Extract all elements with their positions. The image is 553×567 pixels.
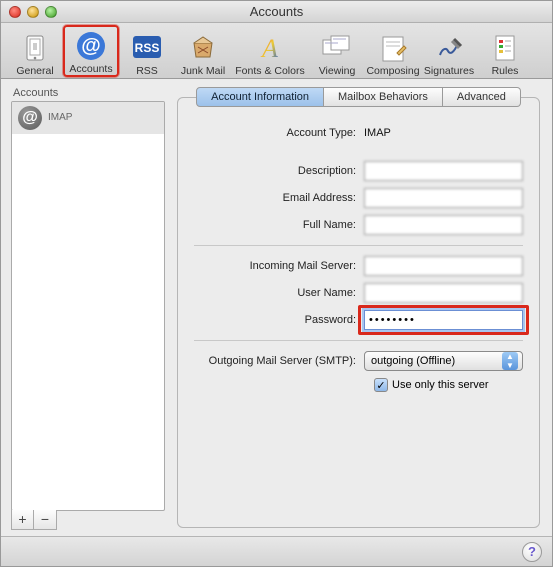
toolbar: General @ Accounts RSS RSS Junk Mail A F… <box>1 23 552 79</box>
row-use-only: ✓ Use only this server <box>374 378 523 392</box>
account-type-label: Account Type: <box>194 127 364 139</box>
toolbar-label: Accounts <box>69 63 112 75</box>
toolbar-general[interactable]: General <box>7 25 63 77</box>
row-description: Description: <box>194 161 523 181</box>
account-type: IMAP <box>48 112 72 124</box>
remove-account-button[interactable]: − <box>34 510 56 529</box>
account-info-pane: Account Type: IMAP Description: Email Ad… <box>177 97 540 528</box>
svg-text:@: @ <box>81 35 101 57</box>
minimize-icon[interactable] <box>27 6 39 18</box>
chevron-updown-icon: ▲▼ <box>502 352 518 370</box>
tab-mailbox-behaviors[interactable]: Mailbox Behaviors <box>324 87 443 107</box>
signatures-icon <box>434 31 464 65</box>
toolbar-label: Rules <box>492 65 519 77</box>
window-title: Accounts <box>1 4 552 19</box>
incoming-label: Incoming Mail Server: <box>194 260 364 272</box>
account-type-value: IMAP <box>364 127 523 139</box>
body: Accounts @ IMAP + − Account Information … <box>1 79 552 536</box>
account-row[interactable]: @ IMAP <box>12 102 164 134</box>
help-button[interactable]: ? <box>522 542 542 562</box>
toolbar-rss[interactable]: RSS RSS <box>119 25 175 77</box>
add-account-button[interactable]: + <box>12 510 34 529</box>
fullname-label: Full Name: <box>194 219 364 231</box>
zoom-icon[interactable] <box>45 6 57 18</box>
junk-icon <box>188 31 218 65</box>
toolbar-signatures[interactable]: Signatures <box>421 25 477 77</box>
row-incoming: Incoming Mail Server: <box>194 256 523 276</box>
svg-text:A: A <box>260 34 278 63</box>
toolbar-label: General <box>16 65 53 77</box>
use-only-checkbox[interactable]: ✓ <box>374 378 388 392</box>
row-password: Password: <box>194 310 523 330</box>
accounts-icon: @ <box>75 29 107 63</box>
sidebar-panel: Accounts @ IMAP + − <box>1 79 171 536</box>
smtp-value: outgoing (Offline) <box>371 355 455 367</box>
password-highlight <box>364 310 523 330</box>
toolbar-accounts[interactable]: @ Accounts <box>63 25 119 77</box>
separator <box>194 245 523 246</box>
password-label: Password: <box>194 314 364 326</box>
toolbar-label: Composing <box>366 65 419 77</box>
footer: ? <box>1 536 552 566</box>
username-input[interactable] <box>364 283 523 303</box>
tabbar: Account Information Mailbox Behaviors Ad… <box>177 87 540 107</box>
close-icon[interactable] <box>9 6 21 18</box>
smtp-select[interactable]: outgoing (Offline) ▲▼ <box>364 351 523 371</box>
row-username: User Name: <box>194 283 523 303</box>
toolbar-viewing[interactable]: Viewing <box>309 25 365 77</box>
description-label: Description: <box>194 165 364 177</box>
rss-icon: RSS <box>132 31 162 65</box>
toolbar-label: Viewing <box>319 65 356 77</box>
toolbar-fonts[interactable]: A Fonts & Colors <box>231 25 309 77</box>
general-icon <box>21 31 49 65</box>
toolbar-label: Junk Mail <box>181 65 225 77</box>
toolbar-rules[interactable]: Rules <box>477 25 533 77</box>
fonts-icon: A <box>255 31 285 65</box>
incoming-input[interactable] <box>364 256 523 276</box>
toolbar-junk[interactable]: Junk Mail <box>175 25 231 77</box>
row-email: Email Address: <box>194 188 523 208</box>
account-text: IMAP <box>48 112 72 124</box>
toolbar-label: RSS <box>136 65 158 77</box>
accounts-list[interactable]: @ IMAP <box>11 101 165 511</box>
viewing-icon <box>321 31 353 65</box>
main-panel: Account Information Mailbox Behaviors Ad… <box>171 79 552 536</box>
row-fullname: Full Name: <box>194 215 523 235</box>
row-account-type: Account Type: IMAP <box>194 127 523 139</box>
use-only-label: Use only this server <box>392 379 489 391</box>
tab-account-information[interactable]: Account Information <box>196 87 324 107</box>
window-controls <box>1 6 57 18</box>
sidebar-heading: Accounts <box>13 87 165 99</box>
fullname-input[interactable] <box>364 215 523 235</box>
smtp-label: Outgoing Mail Server (SMTP): <box>194 355 364 367</box>
preferences-window: Accounts General @ Accounts RSS RSS Junk <box>0 0 553 567</box>
username-label: User Name: <box>194 287 364 299</box>
composing-icon <box>379 31 407 65</box>
rules-icon <box>491 31 519 65</box>
sidebar-footer: + − <box>11 510 57 530</box>
row-smtp: Outgoing Mail Server (SMTP): outgoing (O… <box>194 351 523 371</box>
password-input[interactable] <box>364 310 523 330</box>
toolbar-composing[interactable]: Composing <box>365 25 421 77</box>
toolbar-label: Signatures <box>424 65 474 77</box>
tab-advanced[interactable]: Advanced <box>443 87 521 107</box>
email-input[interactable] <box>364 188 523 208</box>
email-label: Email Address: <box>194 192 364 204</box>
separator <box>194 340 523 341</box>
at-icon: @ <box>18 106 42 130</box>
description-input[interactable] <box>364 161 523 181</box>
toolbar-label: Fonts & Colors <box>235 65 304 77</box>
titlebar: Accounts <box>1 1 552 23</box>
svg-text:RSS: RSS <box>135 41 160 55</box>
